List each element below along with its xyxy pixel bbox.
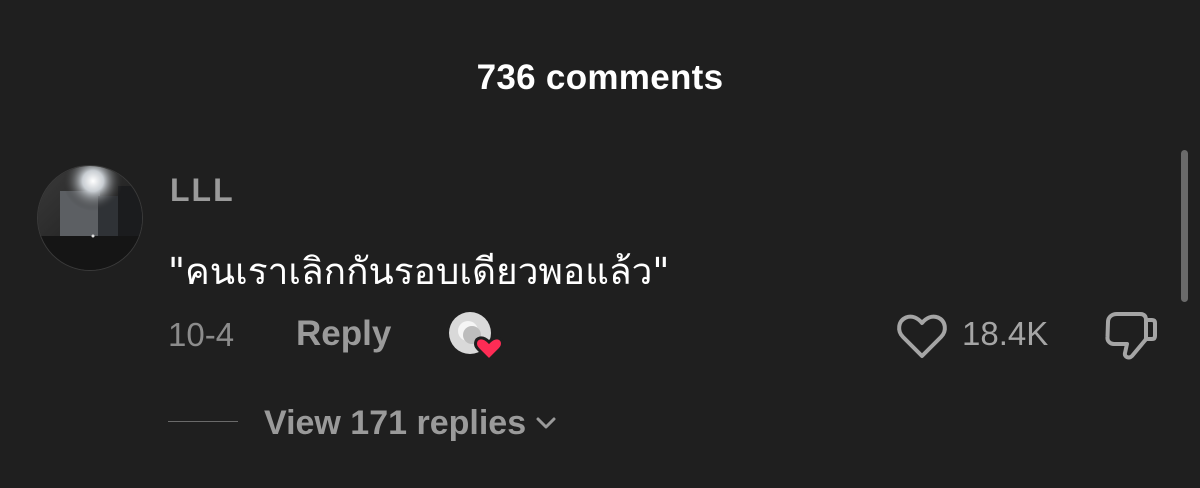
scrollbar[interactable]	[1181, 150, 1188, 302]
like-count: 18.4K	[962, 315, 1049, 352]
comment-username[interactable]: LLL	[170, 172, 235, 209]
chevron-down-icon	[536, 417, 556, 429]
creator-liked-icon	[449, 312, 504, 363]
like-button[interactable]	[895, 311, 949, 361]
comment-text: "คนเราเลิกกันรอบเดียวพอแล้ว"	[168, 250, 670, 293]
view-replies-label: View 171 replies	[264, 403, 527, 442]
creator-liked-badge	[448, 311, 510, 363]
replies-divider	[168, 421, 238, 422]
thumbs-down-icon	[1105, 312, 1157, 360]
comments-count-title: 736 comments	[476, 58, 724, 97]
avatar-image	[38, 166, 142, 270]
comment-date: 10-4	[168, 316, 235, 353]
avatar[interactable]	[37, 165, 143, 271]
reply-button[interactable]: Reply	[296, 314, 391, 354]
heart-icon	[897, 314, 947, 358]
dislike-button[interactable]	[1102, 308, 1158, 362]
view-replies-button[interactable]: View 171 replies	[264, 402, 558, 444]
